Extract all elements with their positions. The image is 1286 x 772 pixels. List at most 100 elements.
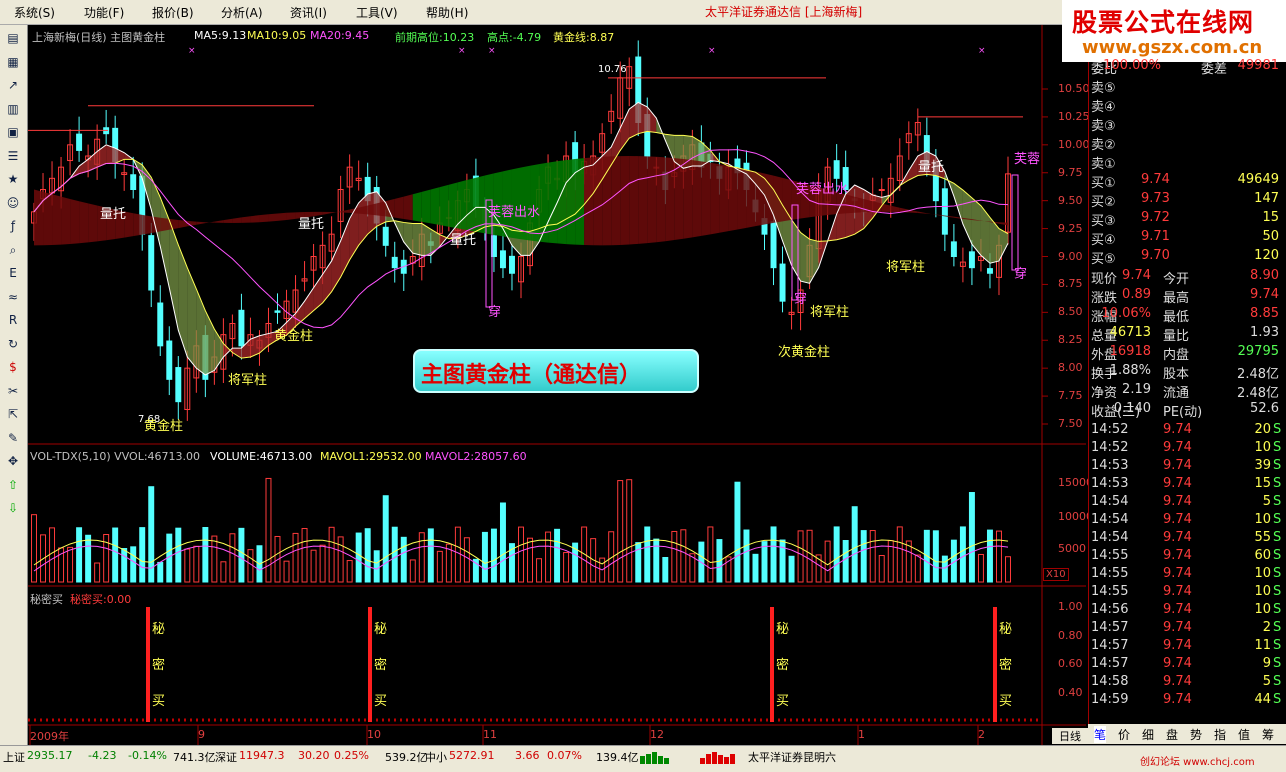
quote-tab[interactable]: 价 bbox=[1118, 726, 1130, 743]
stat-label: PE(动) bbox=[1163, 405, 1203, 420]
sz-label: 深证 bbox=[215, 751, 237, 764]
candle-body bbox=[986, 268, 993, 274]
tick-row: 14:58 9.74 5 S bbox=[1091, 674, 1285, 693]
volume-bar bbox=[680, 529, 687, 583]
chuan-label: 穿 bbox=[1014, 266, 1027, 282]
cloud-segment bbox=[232, 217, 242, 223]
menu-quote[interactable]: 报价(B) bbox=[152, 4, 194, 21]
down-arrow-icon[interactable]: ⇩ bbox=[4, 500, 22, 517]
lotus2-label: 芙蓉 bbox=[1014, 152, 1040, 167]
money-icon[interactable]: $ bbox=[4, 359, 22, 376]
tick-time: 14:52 bbox=[1091, 422, 1129, 437]
tick-side: S bbox=[1273, 548, 1282, 563]
sh-label: 上证 bbox=[3, 751, 25, 764]
x-axis-label: 9 bbox=[198, 728, 205, 741]
buy-price: 9.72 bbox=[1141, 210, 1170, 225]
volume-bar bbox=[202, 527, 209, 583]
quote-tab[interactable]: 细 bbox=[1142, 726, 1154, 743]
menu-help[interactable]: 帮助(H) bbox=[426, 4, 468, 21]
tick-time: 14:52 bbox=[1091, 440, 1129, 455]
cloud-segment bbox=[566, 159, 576, 245]
indicator-icon[interactable]: ≈ bbox=[4, 289, 22, 306]
tools-icon[interactable]: ✂ bbox=[4, 383, 22, 400]
menu-system[interactable]: 系统(S) bbox=[14, 4, 55, 21]
stock-list-icon[interactable]: ▤ bbox=[4, 30, 22, 47]
buy-price: 9.70 bbox=[1141, 248, 1170, 263]
stat-value: 9.74 bbox=[1250, 287, 1279, 302]
quote-tab[interactable]: 指 bbox=[1214, 726, 1226, 743]
candle-body bbox=[274, 310, 281, 313]
secret-tick-label: 0.60 bbox=[1058, 657, 1083, 670]
quote-tab[interactable]: 值 bbox=[1238, 726, 1250, 743]
tick-time: 14:53 bbox=[1091, 458, 1129, 473]
quote-tab[interactable]: 势 bbox=[1190, 726, 1202, 743]
ma-band-segment bbox=[259, 333, 269, 354]
buy-row: 买② 9.73 147 bbox=[1091, 191, 1285, 210]
tick-volume: 55 bbox=[1254, 530, 1271, 545]
top-marker: × bbox=[458, 46, 466, 56]
table-icon[interactable]: ☰ bbox=[4, 148, 22, 165]
tick-row: 14:59 9.74 44 S bbox=[1091, 692, 1285, 711]
etf-icon[interactable]: E bbox=[4, 265, 22, 282]
candle-body bbox=[509, 255, 515, 274]
cloud-segment bbox=[998, 222, 1008, 226]
people-icon[interactable]: ☺ bbox=[4, 195, 22, 212]
quote-tab[interactable]: 笔 bbox=[1094, 726, 1107, 743]
refresh-icon[interactable]: ↻ bbox=[4, 336, 22, 353]
menu-info[interactable]: 资讯(I) bbox=[290, 4, 327, 21]
sell-level-label: 卖② bbox=[1091, 138, 1116, 153]
export-icon[interactable]: ⇱ bbox=[4, 406, 22, 423]
secret-title: 秘密买 bbox=[30, 593, 63, 606]
period-label[interactable]: 日线 bbox=[1052, 728, 1088, 744]
cloud-segment bbox=[88, 203, 98, 243]
cloud-segment bbox=[286, 212, 296, 220]
high-point-label: 高点:-4.79 bbox=[487, 31, 542, 44]
menu-tools[interactable]: 工具(V) bbox=[356, 4, 398, 21]
tick-price: 9.74 bbox=[1163, 422, 1192, 437]
tick-side: S bbox=[1273, 530, 1282, 545]
stat-row: 收益(三) 0.140 PE(动) 52.6 bbox=[1091, 401, 1285, 420]
volume-bar bbox=[391, 526, 398, 583]
tick-time: 14:57 bbox=[1091, 656, 1129, 671]
cloud-segment bbox=[196, 221, 206, 225]
volume-bar bbox=[788, 555, 795, 583]
cloud-segment bbox=[331, 211, 341, 214]
stat-row: 换手 1.88% 股本 2.48亿 bbox=[1091, 363, 1285, 382]
candle-body bbox=[770, 221, 777, 269]
secret-buy-char: 密 bbox=[776, 657, 789, 673]
zoom-icon[interactable]: ⌕ bbox=[4, 242, 22, 259]
cloud-segment bbox=[133, 213, 143, 237]
candle-icon[interactable]: ▥ bbox=[4, 101, 22, 118]
formula-icon[interactable]: ƒ bbox=[4, 218, 22, 235]
sell-row: 卖③ bbox=[1091, 115, 1285, 134]
star-icon[interactable]: ★ bbox=[4, 171, 22, 188]
move-icon[interactable]: ✥ bbox=[4, 453, 22, 470]
cloud-segment bbox=[701, 161, 711, 236]
vol-volume: VOLUME:46713.00 bbox=[210, 450, 313, 463]
volume-bar bbox=[490, 528, 497, 583]
rsi-icon[interactable]: R bbox=[4, 312, 22, 329]
cloud-segment bbox=[710, 162, 720, 235]
volume-bar bbox=[797, 530, 804, 583]
stat-value: 2.48亿 bbox=[1237, 386, 1279, 401]
quote-tab[interactable]: 盘 bbox=[1166, 726, 1178, 743]
volume-bar bbox=[76, 527, 83, 583]
candle-body bbox=[166, 340, 173, 380]
vol-unit: X10 bbox=[1043, 568, 1069, 581]
buy-price: 9.73 bbox=[1141, 191, 1170, 206]
pen-icon[interactable]: ✎ bbox=[4, 430, 22, 447]
weibi-row: 委比 100.00% 委差 49981 bbox=[1091, 58, 1285, 77]
chart-icon[interactable]: ↗ bbox=[4, 77, 22, 94]
window-icon[interactable]: ▣ bbox=[4, 124, 22, 141]
volume-bar bbox=[833, 526, 840, 583]
liangtuo-label: 量托 bbox=[918, 160, 944, 175]
menu-analysis[interactable]: 分析(A) bbox=[221, 4, 263, 21]
grid-icon[interactable]: ▦ bbox=[4, 54, 22, 71]
up-arrow-icon[interactable]: ⇧ bbox=[4, 477, 22, 494]
quote-tab[interactable]: 筹 bbox=[1262, 726, 1274, 743]
cloud-segment bbox=[160, 217, 170, 232]
secret-tick-label: 0.40 bbox=[1058, 686, 1083, 699]
volume-bar bbox=[554, 528, 561, 583]
liangtuo-label: 量托 bbox=[100, 207, 126, 222]
menu-function[interactable]: 功能(F) bbox=[84, 4, 124, 21]
